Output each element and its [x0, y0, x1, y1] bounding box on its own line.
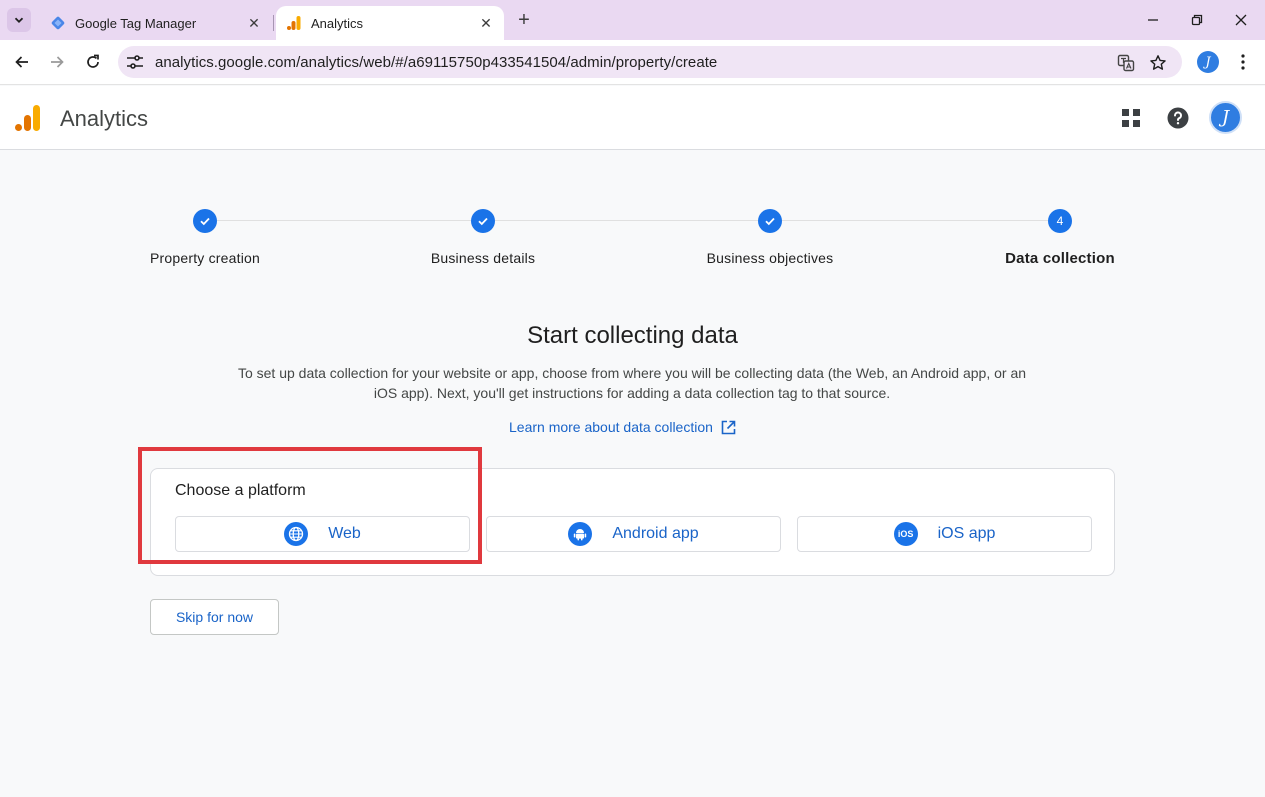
minimize-icon [1148, 19, 1158, 21]
step-label-property-creation: Property creation [149, 250, 261, 266]
step-2-check-icon [471, 209, 495, 233]
step-4-number: 4 [1048, 209, 1072, 233]
more-vert-icon [1241, 54, 1245, 70]
analytics-logo-icon[interactable] [14, 104, 42, 132]
android-label: Android app [612, 525, 699, 542]
page-title: Start collecting data [527, 322, 738, 349]
restore-button[interactable] [1185, 8, 1209, 32]
address-bar[interactable]: analytics.google.com/analytics/web/#/a69… [118, 46, 1182, 78]
tab-separator [273, 15, 274, 31]
reload-icon [87, 54, 99, 68]
step-3-check-icon [758, 209, 782, 233]
learn-more-label: Learn more about data collection [509, 419, 713, 435]
open-in-new-icon [721, 420, 736, 434]
ios-platform-button[interactable]: iOS iOS app [797, 516, 1092, 552]
stepper-connector [495, 220, 758, 221]
android-icon [568, 522, 593, 546]
highlight-annotation-box [138, 447, 482, 564]
site-info-icon[interactable] [126, 54, 144, 70]
forward-button[interactable] [45, 50, 69, 74]
ios-label: iOS app [937, 525, 996, 542]
tab-close-icon[interactable]: ✕ [478, 15, 494, 31]
account-avatar[interactable]: J [1209, 101, 1242, 134]
bookmark-star-icon[interactable] [1148, 53, 1168, 73]
reload-button[interactable] [81, 50, 105, 74]
browser-tab-bar: Google Tag Manager ✕ Analytics ✕ + [0, 0, 1265, 40]
stepper-connector [217, 220, 471, 221]
app-title: Analytics [60, 106, 149, 131]
browser-toolbar: analytics.google.com/analytics/web/#/a69… [0, 40, 1265, 85]
apps-grid-icon[interactable] [1119, 106, 1143, 130]
gtm-diamond-icon [50, 15, 66, 31]
tab-analytics[interactable]: Analytics ✕ [276, 6, 504, 40]
step-label-data-collection: Data collection [1005, 250, 1115, 267]
translate-icon[interactable] [1116, 53, 1136, 73]
tab-google-tag-manager[interactable]: Google Tag Manager ✕ [40, 6, 274, 40]
step-label-business-details: Business details [430, 250, 536, 266]
skip-for-now-button[interactable]: Skip for now [150, 599, 279, 635]
arrow-left-icon [15, 56, 28, 68]
app-header: Analytics J [0, 86, 1265, 150]
page-description: To set up data collection for your websi… [237, 365, 1027, 401]
tab-close-icon[interactable]: ✕ [246, 15, 262, 31]
new-tab-button[interactable]: + [512, 8, 536, 32]
step-label-business-objectives: Business objectives [706, 250, 834, 266]
close-window-button[interactable] [1229, 8, 1253, 32]
ios-icon: iOS [893, 522, 918, 546]
tab-search-button[interactable] [7, 8, 31, 32]
tab-title: Analytics [311, 15, 364, 31]
chevron-down-icon [14, 17, 24, 23]
stepper-connector [782, 220, 1048, 221]
tab-title: Google Tag Manager [75, 15, 197, 31]
learn-more-link[interactable]: Learn more about data collection [509, 419, 736, 435]
close-icon [1235, 14, 1247, 26]
restore-icon [1191, 14, 1203, 26]
help-icon[interactable] [1166, 106, 1190, 130]
browser-profile-avatar[interactable]: J [1197, 51, 1219, 73]
android-platform-button[interactable]: Android app [486, 516, 781, 552]
analytics-bars-icon [286, 15, 302, 31]
minimize-button[interactable] [1141, 8, 1165, 32]
browser-menu-button[interactable] [1233, 51, 1253, 73]
arrow-right-icon [51, 56, 64, 68]
back-button[interactable] [10, 50, 34, 74]
step-1-check-icon [193, 209, 217, 233]
url-text[interactable]: analytics.google.com/analytics/web/#/a69… [155, 54, 717, 71]
plus-icon: + [518, 8, 530, 31]
